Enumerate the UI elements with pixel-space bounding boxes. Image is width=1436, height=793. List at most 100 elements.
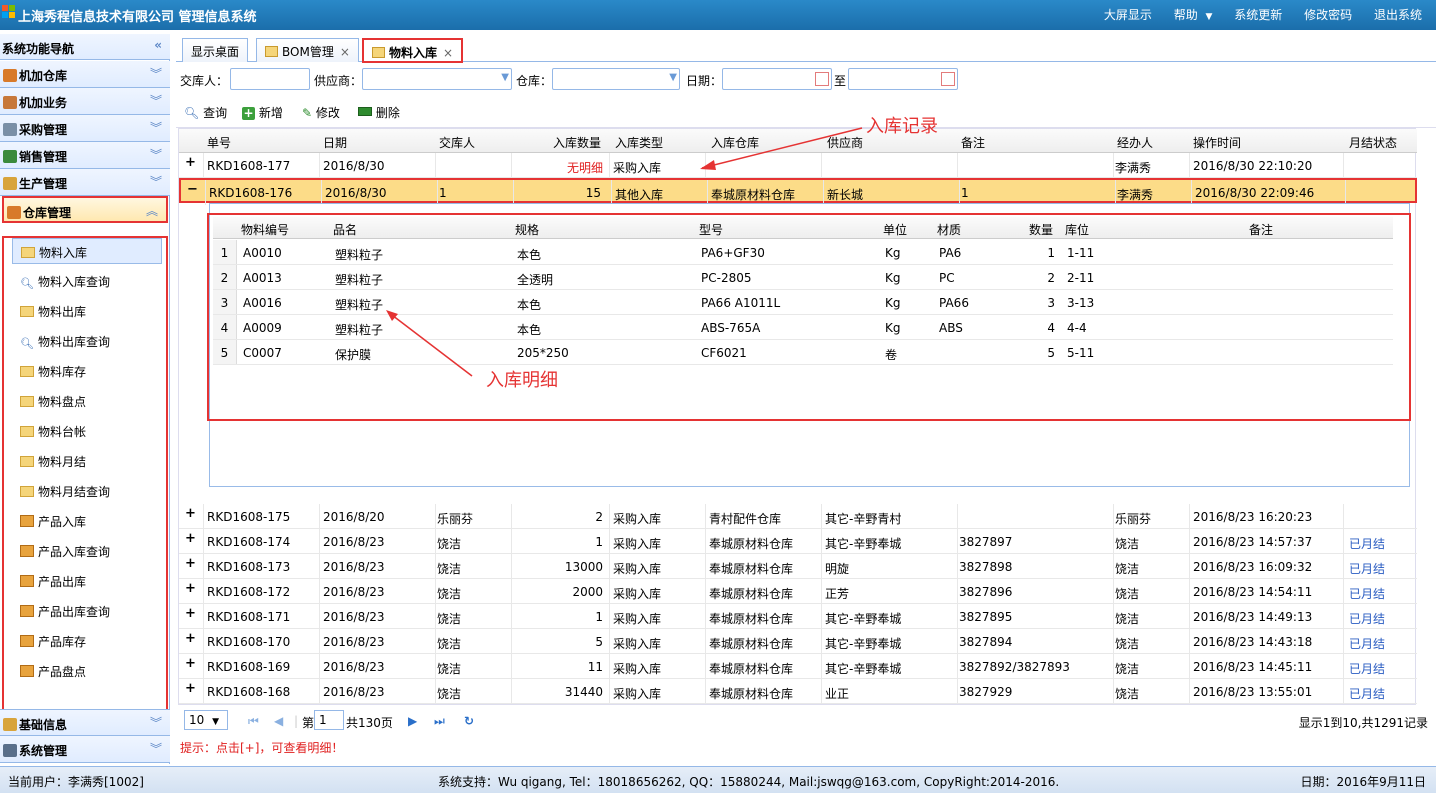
table-row[interactable]: + RKD1608-177 2016/8/30 无明细 采购入库 李满秀 2016/8/30…	[179, 153, 1417, 178]
edit-button[interactable]: ✎ 修改	[302, 104, 340, 121]
col-header[interactable]: 日期	[323, 134, 347, 151]
table-row[interactable]: + RKD1608-169 2016/8/23 饶洁 11 采购入库 奉城原材料仓库 其它-辛…	[179, 654, 1417, 679]
col-header[interactable]: 单号	[207, 134, 231, 151]
sidebar-category-sales[interactable]: 销售管理 ︾	[0, 142, 170, 169]
sidebar-item-material-inbound-query[interactable]: 🔍︎ 物料入库查询	[12, 268, 162, 294]
warehouse-select[interactable]: ▼	[552, 68, 680, 90]
sidebar-item-material-outbound-query[interactable]: 🔍︎ 物料出库查询	[12, 328, 162, 354]
table-row[interactable]: + RKD1608-168 2016/8/23 饶洁 31440 采购入库 奉城原材料仓库 业…	[179, 679, 1417, 704]
sidebar-category-machining-business[interactable]: 机加业务 ︾	[0, 88, 170, 115]
tab-material-inbound[interactable]: 物料入库 ×	[362, 38, 464, 63]
detail-row[interactable]: 4 A0009 塑料粒子 本色 ABS-765A Kg ABS 4-4 4	[213, 315, 1393, 340]
sidebar-item-material-inbound[interactable]: 物料入库	[12, 238, 162, 264]
menu-help[interactable]: 帮助 ▼	[1174, 8, 1213, 22]
col-header[interactable]: 备注	[961, 134, 985, 151]
query-button[interactable]: 🔍︎ 查询	[184, 104, 227, 121]
table-row[interactable]: − RKD1608-176 2016/8/30 1 15 其他入库 奉城原材料仓库 新长城 1 李…	[179, 178, 1417, 205]
col-header[interactable]: 入库数量	[553, 134, 601, 151]
expand-icon[interactable]: +	[185, 632, 197, 645]
expand-icon[interactable]: +	[185, 156, 197, 169]
sidebar-item-material-ledger[interactable]: 物料台帐	[12, 418, 162, 444]
detail-col-header[interactable]: 材质	[937, 221, 961, 238]
prev-page-icon[interactable]: ◀	[274, 714, 283, 728]
sidebar-category-machining-warehouse[interactable]: 机加仓库 ︾	[0, 61, 170, 88]
sidebar-item-material-monthly-close[interactable]: 物料月结	[12, 448, 162, 474]
calendar-icon[interactable]	[815, 72, 829, 86]
expand-icon[interactable]: +	[185, 557, 197, 570]
first-page-icon[interactable]: ⏮	[248, 714, 259, 729]
sidebar-item-material-inventory-check[interactable]: 物料盘点	[12, 388, 162, 414]
table-row[interactable]: + RKD1608-170 2016/8/23 饶洁 5 采购入库 奉城原材料仓库 其它-辛野…	[179, 629, 1417, 654]
date-to-input[interactable]	[848, 68, 958, 90]
detail-col-header[interactable]: 数量	[1029, 221, 1053, 238]
table-row[interactable]: + RKD1608-171 2016/8/23 饶洁 1 采购入库 奉城原材料仓库 其它-辛野…	[179, 604, 1417, 629]
sidebar-item-product-outbound[interactable]: 产品出库	[12, 568, 162, 594]
expand-icon[interactable]: +	[185, 657, 197, 670]
tab-bom[interactable]: BOM管理 ×	[256, 38, 359, 62]
sidebar-item-product-inbound[interactable]: 产品入库	[12, 508, 162, 534]
sidebar-category-basic-info[interactable]: 基础信息 ︾	[0, 709, 170, 736]
calendar-icon[interactable]	[941, 72, 955, 86]
sidebar-item-material-monthly-close-query[interactable]: 物料月结查询	[12, 478, 162, 504]
cell-wh: 奉城原材料仓库	[709, 587, 794, 601]
sidebar-item-material-outbound[interactable]: 物料出库	[12, 298, 162, 324]
col-header[interactable]: 操作时间	[1193, 134, 1241, 151]
expand-icon[interactable]: +	[185, 532, 197, 545]
sidebar-category-system[interactable]: 系统管理 ︾	[0, 736, 170, 763]
sidebar-item-product-inbound-query[interactable]: 产品入库查询	[12, 538, 162, 564]
sidebar-item-product-inventory-check[interactable]: 产品盘点	[12, 658, 162, 684]
table-row[interactable]: + RKD1608-174 2016/8/23 饶洁 1 采购入库 奉城原材料仓库 其它-辛野…	[179, 529, 1417, 554]
expand-icon[interactable]: +	[185, 682, 197, 695]
sidebar-item-product-stock[interactable]: 产品库存	[12, 628, 162, 654]
refresh-icon[interactable]: ↻	[464, 714, 474, 728]
menu-big-screen[interactable]: 大屏显示	[1104, 8, 1152, 22]
detail-row[interactable]: 3 A0016 塑料粒子 本色 PA66 A1011L Kg PA66 3-13 3	[213, 290, 1393, 315]
expand-icon[interactable]: +	[185, 507, 197, 520]
tab-desktop[interactable]: 显示桌面	[182, 38, 249, 62]
col-header[interactable]: 月结状态	[1349, 134, 1397, 151]
detail-col-header[interactable]: 单位	[883, 221, 907, 238]
detail-cell-name: 塑料粒子	[335, 248, 384, 262]
detail-col-header[interactable]: 备注	[1249, 221, 1273, 238]
menu-change-password[interactable]: 修改密码	[1304, 8, 1352, 22]
page-number-input[interactable]: 1	[314, 710, 344, 730]
col-header[interactable]: 入库类型	[615, 134, 663, 151]
detail-row[interactable]: 2 A0013 塑料粒子 全透明 PC-2805 Kg PC 2-11 2	[213, 265, 1393, 290]
table-row[interactable]: + RKD1608-173 2016/8/23 饶洁 13000 采购入库 奉城原材料仓库 明…	[179, 554, 1417, 579]
close-icon[interactable]: ×	[340, 45, 350, 59]
table-row[interactable]: + RKD1608-175 2016/8/20 乐丽芬 2 采购入库 青村配件仓库 其它-辛野…	[179, 504, 1417, 529]
expand-icon[interactable]: +	[185, 582, 197, 595]
supplier-select[interactable]: ▼	[362, 68, 512, 90]
cell-status: 已月结	[1349, 612, 1386, 626]
add-button[interactable]: + 新增	[242, 104, 283, 121]
detail-row[interactable]: 5 C0007 保护膜 205*250 CF6021 卷 5-11 5	[213, 340, 1393, 365]
table-row[interactable]: + RKD1608-172 2016/8/23 饶洁 2000 采购入库 奉城原材料仓库 正芳…	[179, 579, 1417, 604]
deliverer-input[interactable]	[230, 68, 310, 90]
date-from-input[interactable]	[722, 68, 832, 90]
col-header[interactable]: 经办人	[1117, 134, 1153, 151]
sidebar-item-material-stock[interactable]: 物料库存	[12, 358, 162, 384]
col-header[interactable]: 供应商	[827, 134, 863, 151]
detail-col-header[interactable]: 品名	[333, 221, 357, 238]
expand-icon[interactable]: +	[185, 607, 197, 620]
sidebar-item-product-outbound-query[interactable]: 产品出库查询	[12, 598, 162, 624]
detail-col-header[interactable]: 库位	[1065, 221, 1089, 238]
detail-col-header[interactable]: 型号	[699, 221, 723, 238]
page-size-select[interactable]: 10 ▼	[184, 710, 228, 730]
last-page-icon[interactable]: ⏭	[434, 714, 445, 729]
collapse-icon[interactable]: −	[187, 183, 199, 196]
sidebar-category-purchasing[interactable]: 采购管理 ︾	[0, 115, 170, 142]
detail-row[interactable]: 1 A0010 塑料粒子 本色 PA6+GF30 Kg PA6 1-11 1	[213, 240, 1393, 265]
close-icon[interactable]: ×	[443, 46, 453, 60]
sidebar-category-warehouse[interactable]: 仓库管理 ︽	[2, 196, 168, 223]
detail-col-header[interactable]: 物料编号	[241, 221, 289, 238]
col-header[interactable]: 交库人	[439, 134, 475, 151]
menu-system-update[interactable]: 系统更新	[1234, 8, 1282, 22]
detail-col-header[interactable]: 规格	[515, 221, 539, 238]
delete-button[interactable]: 删除	[358, 104, 400, 121]
collapse-icon[interactable]: «	[154, 38, 162, 52]
menu-logout[interactable]: 退出系统	[1374, 8, 1422, 22]
col-header[interactable]: 入库仓库	[711, 134, 759, 151]
next-page-icon[interactable]: ▶	[408, 714, 417, 728]
sidebar-category-production[interactable]: 生产管理 ︾	[0, 169, 170, 196]
